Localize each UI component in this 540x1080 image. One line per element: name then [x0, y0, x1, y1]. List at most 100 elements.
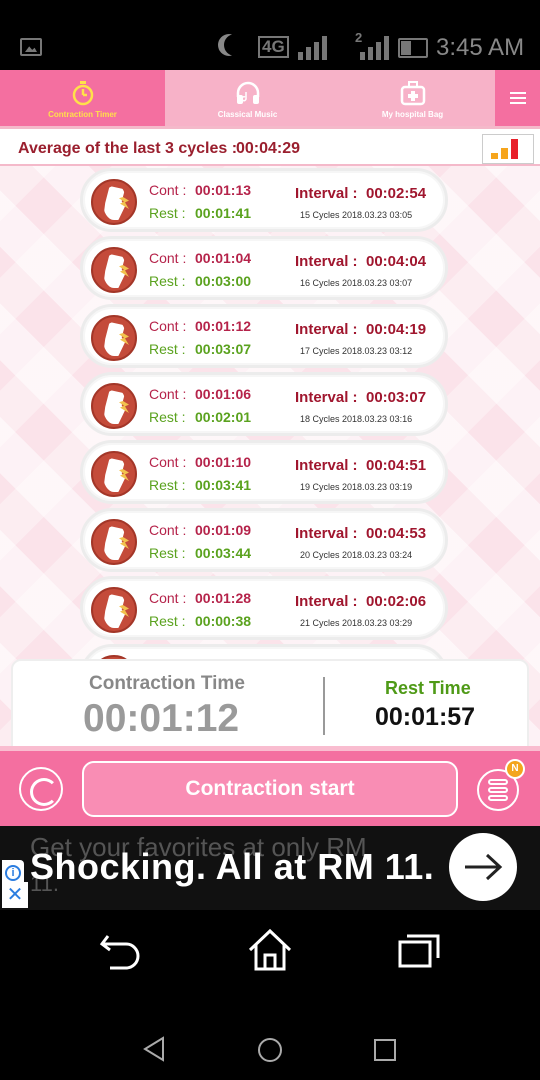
cycle-meta: 18 Cycles 2018.03.23 03:16 [300, 414, 413, 424]
interval-value: 00:04:04 [366, 253, 427, 270]
cont-value: 00:01:09 [195, 522, 252, 538]
interval-label: Interval : [295, 593, 358, 610]
rest-value: 00:00:38 [195, 613, 252, 629]
rest-value: 00:03:41 [195, 477, 252, 493]
interval-value: 00:04:51 [366, 457, 427, 474]
signal-icon [298, 34, 327, 60]
rest-value: 00:02:01 [195, 409, 252, 425]
cont-label: Cont : [149, 250, 187, 266]
rest-label: Rest : [149, 545, 186, 561]
cont-value: 00:01:10 [195, 454, 252, 470]
rest-label: Rest : [149, 205, 186, 221]
list-item[interactable]: Cont : 00:01:13 Rest : 00:01:41 Interval… [80, 168, 448, 232]
signal-icon [360, 34, 389, 60]
ad-banner[interactable]: Get your favorites at only RM 11. Shocki… [0, 826, 540, 910]
rest-label: Rest : [149, 613, 186, 629]
ad-arrow-button[interactable] [449, 833, 517, 901]
list-item[interactable]: Cont : 00:01:09 Rest : 00:03:44 Interval… [80, 508, 448, 572]
ad-info-icon[interactable]: i [2, 860, 24, 882]
cont-label: Cont : [149, 522, 187, 538]
cont-value: 00:01:12 [195, 318, 252, 334]
phone-screen: 4G 2 3:45 AM Contraction Timer Classical… [0, 0, 540, 1080]
cycle-meta: 21 Cycles 2018.03.23 03:29 [300, 618, 413, 628]
records-list-button[interactable]: N [477, 759, 525, 811]
interval-label: Interval : [295, 185, 358, 202]
average-bar: Average of the last 3 cycles : 00:04:29 [0, 126, 540, 166]
cont-value: 00:01:13 [195, 182, 252, 198]
rest-value: 00:03:44 [195, 545, 252, 561]
cycle-meta: 17 Cycles 2018.03.23 03:12 [300, 346, 413, 356]
list-item[interactable]: Cont : 00:01:04 Rest : 00:03:00 Interval… [80, 236, 448, 300]
timer-panel: Contraction Time 00:01:12 Rest Time 00:0… [11, 659, 529, 757]
status-bar: 4G 2 3:45 AM [0, 0, 540, 70]
interval-label: Interval : [295, 389, 358, 406]
bar-chart-icon [491, 153, 498, 159]
reset-button[interactable] [19, 767, 63, 811]
interval-value: 00:04:53 [366, 525, 427, 542]
rest-label: Rest : [149, 273, 186, 289]
pregnant-woman-icon [91, 179, 137, 225]
overview-square-icon[interactable] [373, 1038, 397, 1062]
interval-value: 00:02:06 [366, 593, 427, 610]
tab-label: Classical Music [217, 110, 278, 119]
home-icon[interactable] [247, 928, 293, 972]
cont-value: 00:01:04 [195, 250, 252, 266]
cont-label: Cont : [149, 454, 187, 470]
top-tab-bar: Contraction Timer Classical Music My hos… [0, 70, 540, 126]
divider [323, 677, 325, 735]
contraction-time-label: Contraction Time [89, 673, 245, 694]
back-triangle-icon[interactable] [142, 1036, 166, 1062]
pregnant-woman-icon [91, 383, 137, 429]
interval-value: 00:04:19 [366, 321, 427, 338]
network-type: 4G [258, 36, 289, 58]
rest-value: 00:03:07 [195, 341, 252, 357]
pregnant-woman-icon [91, 315, 137, 361]
list-item[interactable]: Cont : 00:01:12 Rest : 00:03:07 Interval… [80, 304, 448, 368]
pregnant-woman-icon [91, 519, 137, 565]
rest-time-label: Rest Time [385, 678, 471, 698]
rest-value: 00:03:00 [195, 273, 252, 289]
cont-label: Cont : [149, 590, 187, 606]
contraction-start-button[interactable]: Contraction start [82, 761, 458, 817]
list-item[interactable]: Cont : 00:01:06 Rest : 00:02:01 Interval… [80, 372, 448, 436]
stopwatch-icon [72, 81, 93, 106]
cycle-meta: 16 Cycles 2018.03.23 03:07 [300, 278, 413, 288]
headphones-icon [236, 81, 259, 104]
average-value: 00:04:29 [236, 140, 301, 157]
interval-label: Interval : [295, 525, 358, 542]
tab-contraction-timer[interactable]: Contraction Timer [0, 70, 165, 126]
interval-value: 00:02:54 [366, 185, 427, 202]
hamburger-menu-icon[interactable] [495, 70, 540, 126]
tab-hospital-bag[interactable]: My hospital Bag [330, 70, 495, 126]
cont-value: 00:01:06 [195, 386, 252, 402]
tab-classical-music[interactable]: Classical Music [165, 70, 330, 126]
cont-value: 00:01:28 [195, 590, 252, 606]
cycle-meta: 19 Cycles 2018.03.23 03:19 [300, 482, 413, 492]
average-label: Average of the last 3 cycles : [18, 140, 238, 157]
cont-label: Cont : [149, 386, 187, 402]
gallery-icon [20, 38, 42, 56]
list-item[interactable]: Cont : 00:01:10 Rest : 00:03:41 Interval… [80, 440, 448, 504]
interval-label: Interval : [295, 457, 358, 474]
ad-headline[interactable]: Shocking. All at RM 11. [30, 846, 434, 888]
ad-close-icon[interactable]: ✕ [2, 882, 28, 908]
graph-button[interactable] [482, 134, 534, 164]
pregnant-woman-icon [91, 451, 137, 497]
cycle-meta: 15 Cycles 2018.03.23 03:05 [300, 210, 413, 220]
new-badge: N [505, 759, 525, 779]
battery-icon [398, 38, 428, 58]
list-item[interactable]: Cont : 00:01:28 Rest : 00:00:38 Interval… [80, 576, 448, 640]
action-bar: Contraction start N [0, 746, 540, 826]
recent-apps-icon[interactable] [397, 930, 443, 970]
cont-label: Cont : [149, 318, 187, 334]
interval-label: Interval : [295, 253, 358, 270]
medical-bag-icon [400, 81, 425, 106]
rest-label: Rest : [149, 409, 186, 425]
rest-label: Rest : [149, 477, 186, 493]
home-circle-icon[interactable] [257, 1037, 283, 1063]
pregnant-woman-icon [91, 587, 137, 633]
status-time: 3:45 AM [436, 34, 525, 61]
moon-icon [224, 34, 246, 56]
undo-back-icon[interactable] [98, 930, 144, 972]
rest-time-value: 00:01:57 [375, 703, 476, 731]
